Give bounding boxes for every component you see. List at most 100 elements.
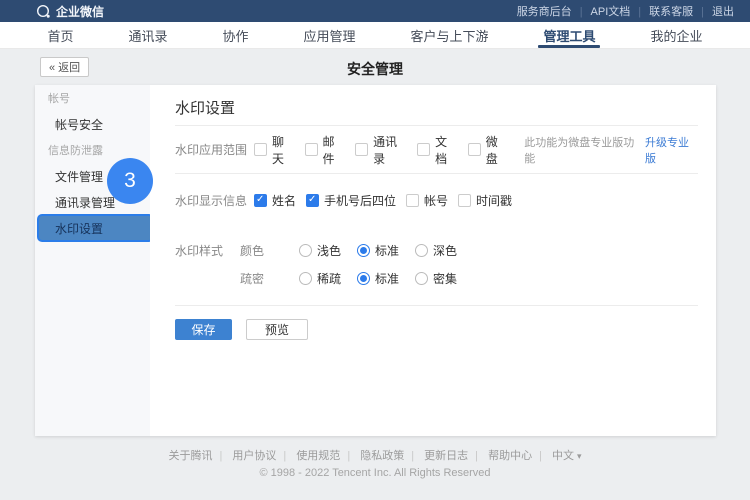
checkbox-label: 帐号 <box>424 192 448 209</box>
checkbox-label: 微盘 <box>486 133 509 167</box>
tab-admin-tools[interactable]: 管理工具 <box>535 22 603 48</box>
radio-label: 标准 <box>375 270 399 287</box>
wecom-admin-window: 企业微信 服务商后台 API文档 联系客服 退出 首页 通讯录 协作 应用管理 … <box>0 0 750 500</box>
radio-icon <box>415 272 428 285</box>
radio-color-dark[interactable]: 深色 <box>415 242 457 259</box>
upgrade-pro-link[interactable]: 升级专业版 <box>645 134 698 166</box>
footer-link-usage-rules[interactable]: 使用规范 <box>296 450 357 462</box>
checkbox-icon <box>305 143 318 156</box>
checkbox-label: 邮件 <box>323 133 346 167</box>
checkbox-label: 姓名 <box>272 192 296 209</box>
preview-button[interactable]: 预览 <box>246 319 308 340</box>
checkbox-account[interactable]: 帐号 <box>406 192 448 209</box>
radio-density-standard[interactable]: 标准 <box>357 270 399 287</box>
topbar-link-logout[interactable]: 退出 <box>712 3 734 19</box>
wecom-logo[interactable]: 企业微信 <box>36 3 104 20</box>
tab-collaboration[interactable]: 协作 <box>214 22 256 48</box>
radio-density-dense[interactable]: 密集 <box>415 270 457 287</box>
color-sub-label: 颜色 <box>240 242 299 259</box>
scope-row-label: 水印应用范围 <box>175 141 254 158</box>
topbar-link-contact-support[interactable]: 联系客服 <box>649 3 712 19</box>
checkbox-label: 手机号后四位 <box>324 192 396 209</box>
checkbox-label: 文档 <box>435 133 458 167</box>
topbar-links: 服务商后台 API文档 联系客服 退出 <box>517 3 734 19</box>
checkbox-icon <box>458 194 471 207</box>
footer-links: 关于腾讯 用户协议 使用规范 隐私政策 更新日志 帮助中心 中文 <box>0 447 750 463</box>
style-color-line: 水印样式 颜色 浅色 标准 深色 <box>175 236 698 264</box>
radio-label: 深色 <box>433 242 457 259</box>
page-header: « 返回 安全管理 <box>0 49 750 85</box>
checkbox-mail[interactable]: 邮件 <box>305 133 346 167</box>
drive-pro-note: 此功能为微盘专业版功能 <box>524 134 641 166</box>
topbar-link-api-docs[interactable]: API文档 <box>591 3 650 19</box>
radio-selected-icon <box>357 272 370 285</box>
density-sub-label: 疏密 <box>240 270 299 287</box>
radio-icon <box>299 272 312 285</box>
checkbox-icon <box>355 143 368 156</box>
topbar-link-service-provider[interactable]: 服务商后台 <box>517 3 591 19</box>
checkbox-timestamp[interactable]: 时间戳 <box>458 192 512 209</box>
style-density-line: 疏密 稀疏 标准 密集 <box>175 264 698 292</box>
tab-home[interactable]: 首页 <box>39 22 81 48</box>
chevron-down-icon <box>574 450 582 462</box>
save-button[interactable]: 保存 <box>175 319 232 340</box>
radio-icon <box>299 244 312 257</box>
style-row-label: 水印样式 <box>175 242 240 259</box>
tab-my-company[interactable]: 我的企业 <box>642 22 710 48</box>
footer-link-privacy-policy[interactable]: 隐私政策 <box>360 450 421 462</box>
sidebar-section-account: 帐号 <box>35 85 150 111</box>
checkbox-label: 聊天 <box>272 133 295 167</box>
sidebar-item-account-security[interactable]: 帐号安全 <box>35 111 150 137</box>
checkbox-label: 通讯录 <box>373 133 407 167</box>
tab-app-management[interactable]: 应用管理 <box>295 22 363 48</box>
copyright-text: © 1998 - 2022 Tencent Inc. All Rights Re… <box>0 467 750 479</box>
radio-label: 标准 <box>375 242 399 259</box>
annotation-badge-3: 3 <box>107 158 153 204</box>
footer-link-about-tencent[interactable]: 关于腾讯 <box>168 450 229 462</box>
action-buttons: 保存 预览 <box>175 319 698 340</box>
checkbox-drive[interactable]: 微盘 <box>468 133 509 167</box>
radio-label: 浅色 <box>317 242 341 259</box>
footer-link-user-agreement[interactable]: 用户协议 <box>232 450 293 462</box>
footer-link-changelog[interactable]: 更新日志 <box>424 450 485 462</box>
watermark-scope-row: 水印应用范围 聊天 邮件 通讯录 文档 <box>175 126 698 173</box>
footer-link-help-center[interactable]: 帮助中心 <box>488 450 549 462</box>
sidebar: 帐号 帐号安全 信息防泄露 文件管理 通讯录管理 水印设置 <box>35 85 150 436</box>
checkbox-contacts[interactable]: 通讯录 <box>355 133 407 167</box>
checkbox-checked-icon <box>306 194 319 207</box>
page-title: 安全管理 <box>0 59 750 79</box>
main-nav: 首页 通讯录 协作 应用管理 客户与上下游 管理工具 我的企业 <box>0 22 750 49</box>
footer: 关于腾讯 用户协议 使用规范 隐私政策 更新日志 帮助中心 中文 © 1998 … <box>0 447 750 479</box>
wecom-bubble-icon <box>36 4 51 19</box>
language-label: 中文 <box>552 450 574 462</box>
radio-label: 稀疏 <box>317 270 341 287</box>
watermark-style-block: 水印样式 颜色 浅色 标准 深色 <box>175 226 698 305</box>
checkbox-icon <box>406 194 419 207</box>
checkbox-phone-last4[interactable]: 手机号后四位 <box>306 192 396 209</box>
checkbox-label: 时间戳 <box>476 192 512 209</box>
topbar: 企业微信 服务商后台 API文档 联系客服 退出 <box>0 0 750 22</box>
security-settings-card: 帐号 帐号安全 信息防泄露 文件管理 通讯录管理 水印设置 水印设置 水印应用范… <box>35 85 716 436</box>
checkbox-docs[interactable]: 文档 <box>417 133 458 167</box>
checkbox-icon <box>468 143 481 156</box>
display-row-label: 水印显示信息 <box>175 192 254 209</box>
divider <box>175 305 698 306</box>
checkbox-name[interactable]: 姓名 <box>254 192 296 209</box>
language-selector[interactable]: 中文 <box>552 450 582 462</box>
brand-name: 企业微信 <box>56 3 104 20</box>
checkbox-chat[interactable]: 聊天 <box>254 133 295 167</box>
radio-color-light[interactable]: 浅色 <box>299 242 341 259</box>
checkbox-icon <box>417 143 430 156</box>
radio-selected-icon <box>357 244 370 257</box>
watermark-settings-panel: 水印设置 水印应用范围 聊天 邮件 通讯录 文 <box>150 85 716 436</box>
radio-density-sparse[interactable]: 稀疏 <box>299 270 341 287</box>
radio-icon <box>415 244 428 257</box>
checkbox-checked-icon <box>254 194 267 207</box>
tab-customers[interactable]: 客户与上下游 <box>402 22 496 48</box>
radio-color-standard[interactable]: 标准 <box>357 242 399 259</box>
radio-label: 密集 <box>433 270 457 287</box>
sidebar-item-watermark-settings[interactable]: 水印设置 <box>37 214 154 242</box>
watermark-display-row: 水印显示信息 姓名 手机号后四位 帐号 时间戳 <box>175 174 698 226</box>
tab-contacts[interactable]: 通讯录 <box>120 22 175 48</box>
checkbox-icon <box>254 143 267 156</box>
